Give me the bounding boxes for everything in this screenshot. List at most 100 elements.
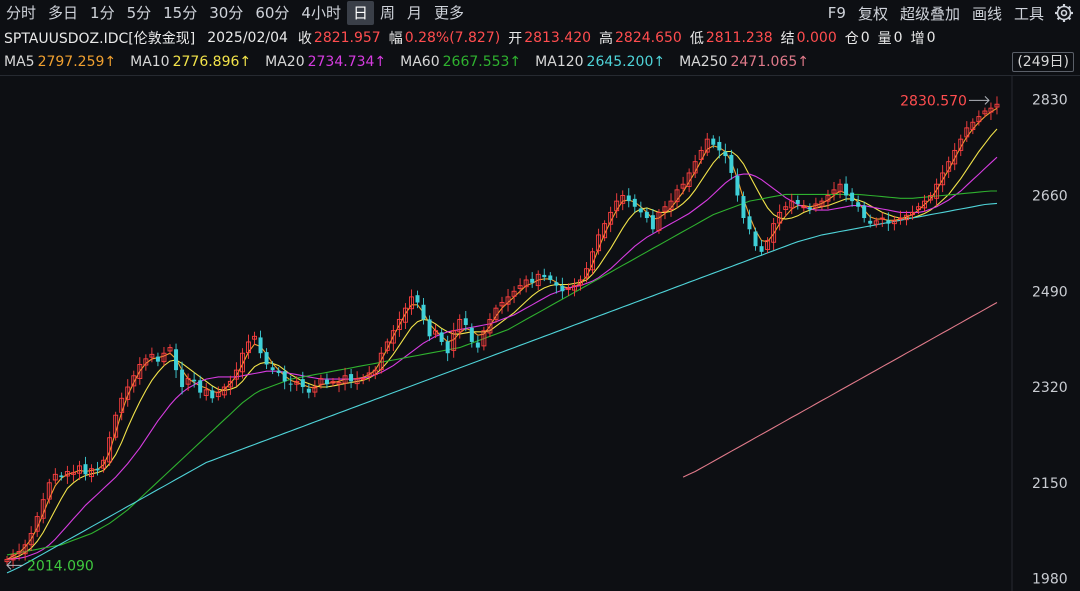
candle-body xyxy=(421,304,426,320)
low-label: 低 xyxy=(689,31,704,47)
volume-label: 量 xyxy=(877,31,892,47)
period-button[interactable]: (249日) xyxy=(1012,52,1074,72)
candle-body xyxy=(711,138,716,145)
quote-date: 2025/02/04 xyxy=(207,30,288,46)
candle-body xyxy=(735,175,740,196)
close-label: 收 xyxy=(297,31,312,47)
tf-4hour[interactable]: 4小时 xyxy=(295,1,347,25)
candle-body xyxy=(723,151,728,157)
ma120-legend: MA120 2645.200↑ xyxy=(535,54,666,70)
trading-chart-window: 分时 多日 1分 5分 15分 30分 60分 4小时 日 周 月 更多 F9 … xyxy=(0,0,1080,591)
y-tick-label: 1980 xyxy=(1032,572,1068,588)
candle-body xyxy=(463,318,468,326)
ma20-value: 2734.734↑ xyxy=(307,54,387,70)
tf-more[interactable]: 更多 xyxy=(428,1,470,25)
close-value: 2821.957 xyxy=(313,30,381,46)
increase-value: 0 xyxy=(926,30,936,46)
candle-body xyxy=(95,468,100,471)
tf-multi-day[interactable]: 多日 xyxy=(42,1,84,25)
candle-body xyxy=(530,278,535,283)
candle-body xyxy=(59,475,64,478)
tf-1min[interactable]: 1分 xyxy=(84,1,121,25)
ma-legend: MA5 2797.259↑ MA10 2776.896↑ MA20 2734.734↑… xyxy=(0,52,1080,72)
tf-daily[interactable]: 日 xyxy=(346,1,374,25)
low-annotation: 2014.090 xyxy=(27,558,94,574)
candle-body xyxy=(276,370,281,373)
candle-body xyxy=(626,195,631,202)
candle-body xyxy=(729,154,734,173)
candle-body xyxy=(844,183,849,196)
candle-body xyxy=(717,141,722,151)
candle-body xyxy=(288,383,293,385)
ma-line-ma10 xyxy=(6,128,998,560)
candle-body xyxy=(542,274,547,278)
candle-body xyxy=(270,367,275,371)
candle-body xyxy=(886,220,891,224)
candle-body xyxy=(415,295,420,303)
price-chart[interactable]: 1980 2150 2320 2490 2660 2830 2830.570 2014.090 xyxy=(0,76,1080,591)
candle-body xyxy=(638,208,643,213)
candle-body xyxy=(210,390,215,399)
ma20-legend: MA20 2734.734↑ xyxy=(265,54,387,70)
draw-button[interactable]: 画线 xyxy=(966,3,1008,24)
candle-body xyxy=(445,341,450,354)
candle-body xyxy=(174,349,179,371)
candle-body xyxy=(856,202,861,207)
toolbar-right: F9 复权 超级叠加 画线 工具 xyxy=(822,0,1080,26)
y-tick-label: 2320 xyxy=(1032,380,1068,396)
high-annotation: 2830.570 xyxy=(900,93,967,109)
high-value: 2824.650 xyxy=(615,30,682,46)
y-tick-label: 2660 xyxy=(1032,188,1068,204)
candle-body xyxy=(850,192,855,202)
tf-30min[interactable]: 30分 xyxy=(203,1,249,25)
tf-5min[interactable]: 5分 xyxy=(121,1,158,25)
tf-15min[interactable]: 15分 xyxy=(157,1,203,25)
open-value: 2813.420 xyxy=(524,30,592,46)
candle-body xyxy=(306,388,311,393)
ma250-value: 2471.065↑ xyxy=(730,54,809,70)
y-tick-label: 2150 xyxy=(1032,476,1068,492)
candle-body xyxy=(83,464,88,475)
adjust-button[interactable]: 复权 xyxy=(852,3,894,24)
candle-body xyxy=(632,198,637,207)
ma5-value: 2797.259↑ xyxy=(37,54,117,70)
low-value: 2811.238 xyxy=(705,30,773,46)
ma120-value: 2645.200↑ xyxy=(586,54,666,70)
candle-body xyxy=(439,332,444,342)
timeframe-toolbar: 分时 多日 1分 5分 15分 30分 60分 4小时 日 周 月 更多 F9 … xyxy=(0,0,1080,26)
symbol-name[interactable]: SPTAUUSDOZ.IDC[伦敦金现] xyxy=(4,28,195,48)
high-label: 高 xyxy=(599,31,614,47)
ma10-legend: MA10 2776.896↑ xyxy=(130,54,252,70)
gear-icon[interactable] xyxy=(1054,3,1074,23)
tf-weekly[interactable]: 周 xyxy=(374,1,401,25)
tf-monthly[interactable]: 月 xyxy=(401,1,428,25)
tools-button[interactable]: 工具 xyxy=(1008,3,1050,24)
candle-body xyxy=(180,369,185,388)
change-value: 0.28%(7.827) xyxy=(404,30,501,46)
ma-line-ma5 xyxy=(6,107,998,560)
ma60-value: 2667.553↑ xyxy=(442,54,522,70)
candle-body xyxy=(324,379,329,385)
volume-value: 0 xyxy=(893,30,903,46)
candle-body xyxy=(868,220,873,224)
increase-label: 增 xyxy=(910,31,925,47)
candle-body xyxy=(300,379,305,388)
candle-body xyxy=(192,379,197,382)
overlay-button[interactable]: 超级叠加 xyxy=(894,3,966,24)
ma10-value: 2776.896↑ xyxy=(172,54,252,70)
candle-body xyxy=(807,207,812,210)
candle-body xyxy=(862,205,867,219)
candle-body xyxy=(747,216,752,230)
candle-body xyxy=(759,246,764,252)
f9-button[interactable]: F9 xyxy=(822,4,852,22)
candle-body xyxy=(258,337,263,354)
candle-body xyxy=(753,231,758,247)
quote-bar: SPTAUUSDOZ.IDC[伦敦金现] 2025/02/04 收 2821.9… xyxy=(0,28,1080,48)
ma5-legend: MA5 2797.259↑ xyxy=(4,54,117,70)
candle-body xyxy=(427,319,432,337)
candle-body xyxy=(795,199,800,204)
candle-body xyxy=(349,374,354,382)
tf-60min[interactable]: 60分 xyxy=(249,1,295,25)
tf-intraday[interactable]: 分时 xyxy=(0,1,42,25)
ma-line-ma250 xyxy=(682,302,998,478)
